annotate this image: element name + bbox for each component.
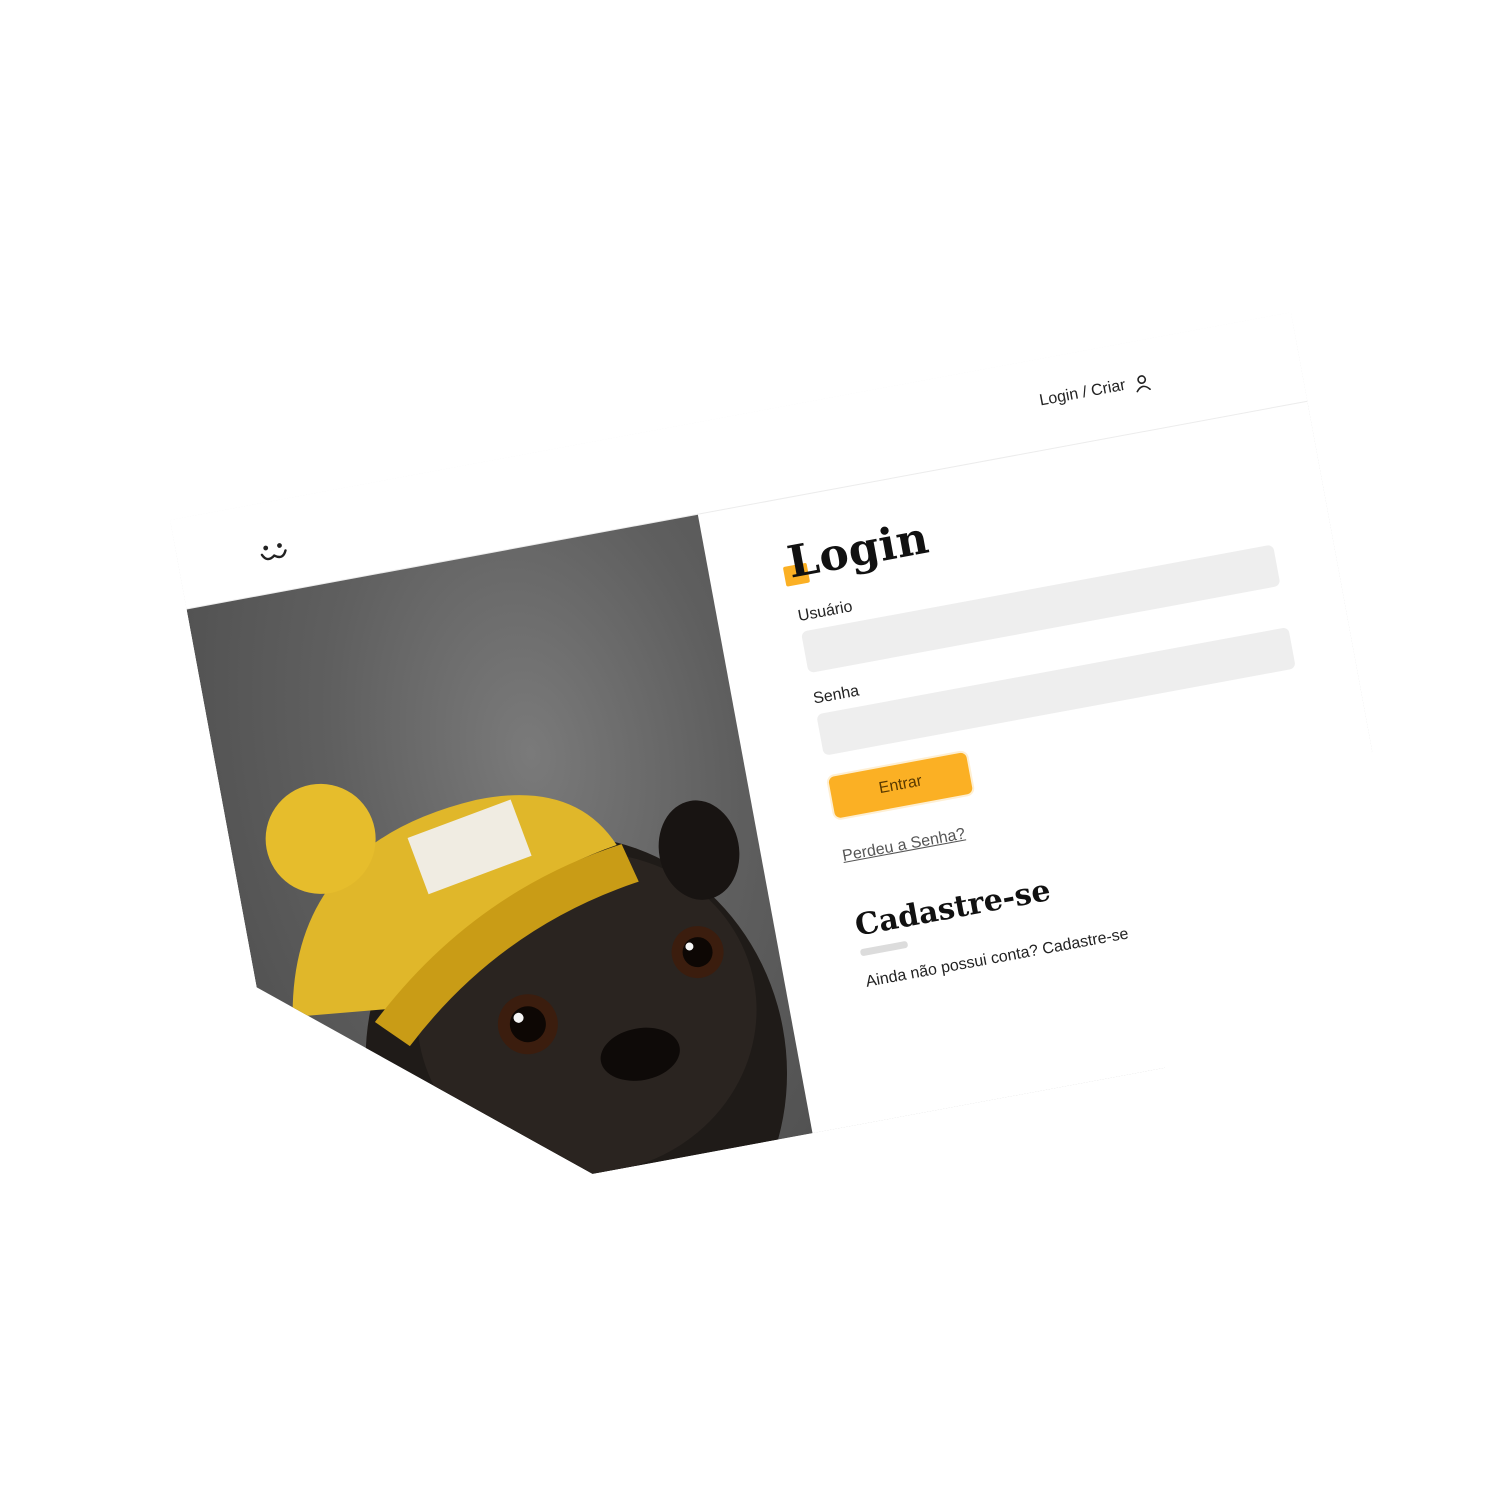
dog-face-icon[interactable]: [256, 537, 292, 568]
login-submit-button[interactable]: Entrar: [828, 752, 973, 819]
register-title: Cadastre-se: [852, 873, 1054, 944]
user-icon: [1132, 372, 1153, 393]
login-create-label: Login / Criar: [1038, 376, 1127, 410]
login-title-wrap: Login: [784, 513, 933, 589]
register-accent: [860, 941, 908, 957]
login-page: Login / Criar Login Usuário Senha Entrar…: [170, 312, 1422, 1228]
page-title: Login: [783, 512, 933, 589]
stage: Login / Criar Login Usuário Senha Entrar…: [0, 0, 1501, 1503]
pug-photo: [187, 515, 822, 1278]
login-create-link[interactable]: Login / Criar: [1038, 372, 1153, 410]
login-section: Login Usuário Senha Entrar Perdeu a Senh…: [784, 451, 1343, 1007]
